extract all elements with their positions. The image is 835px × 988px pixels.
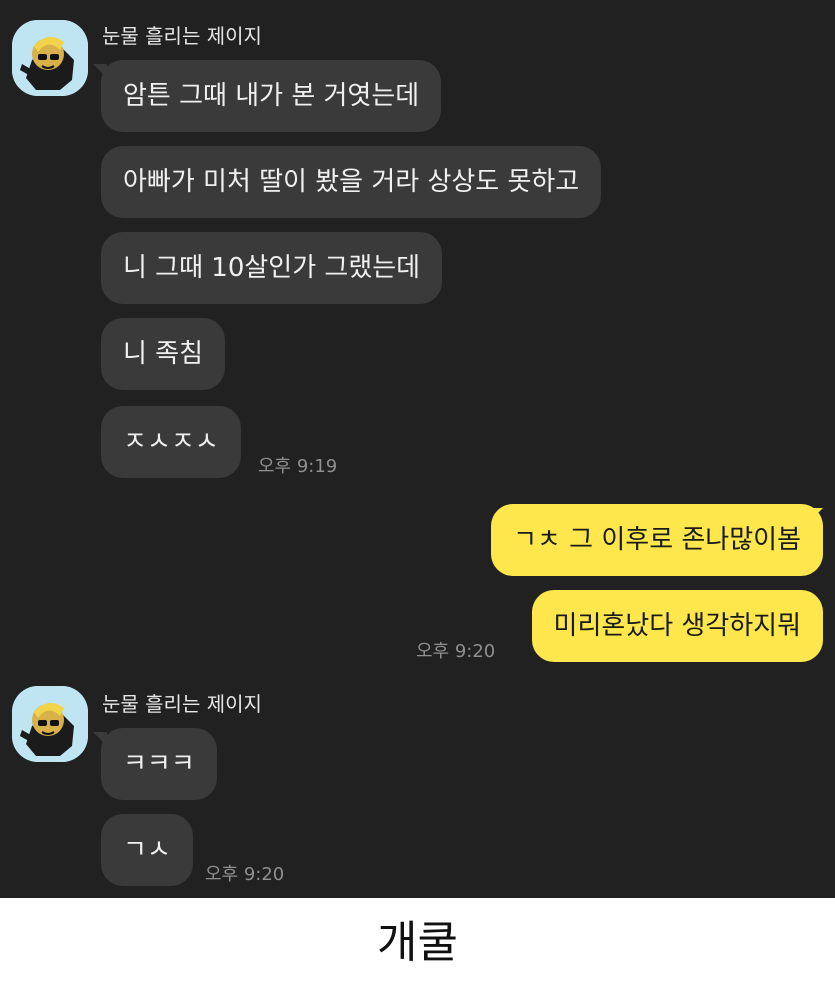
avatar[interactable]	[12, 20, 88, 96]
incoming-message[interactable]: ㅋㅋㅋ	[101, 728, 217, 800]
sender-name: 눈물 흘리는 제이지	[102, 24, 262, 48]
avatar[interactable]	[12, 686, 88, 762]
incoming-message[interactable]: ㄱㅅ	[101, 814, 193, 886]
outgoing-message[interactable]: ㄱㅊ 그 이후로 존나많이봄	[491, 504, 823, 576]
caption: 개쿨	[0, 898, 835, 988]
sender-name: 눈물 흘리는 제이지	[102, 692, 262, 716]
chat-screen: 눈물 흘리는 제이지 암튼 그때 내가 본 거엿는데 아빠가 미처 딸이 봤을 …	[0, 0, 835, 898]
crying-character-avatar-icon	[12, 686, 88, 762]
incoming-message[interactable]: 아빠가 미처 딸이 봤을 거라 상상도 못하고	[101, 146, 602, 218]
message-timestamp: 오후 9:19	[258, 456, 338, 477]
incoming-message[interactable]: 니 그때 10살인가 그랬는데	[101, 232, 443, 304]
crying-character-avatar-icon	[12, 20, 88, 96]
incoming-message[interactable]: ㅈㅅㅈㅅ	[101, 406, 241, 478]
incoming-message[interactable]: 니 족침	[101, 318, 226, 390]
message-timestamp: 오후 9:20	[205, 864, 285, 885]
incoming-message[interactable]: 암튼 그때 내가 본 거엿는데	[101, 60, 442, 132]
message-timestamp: 오후 9:20	[416, 641, 496, 662]
outgoing-message[interactable]: 미리혼났다 생각하지뭐	[531, 590, 823, 662]
